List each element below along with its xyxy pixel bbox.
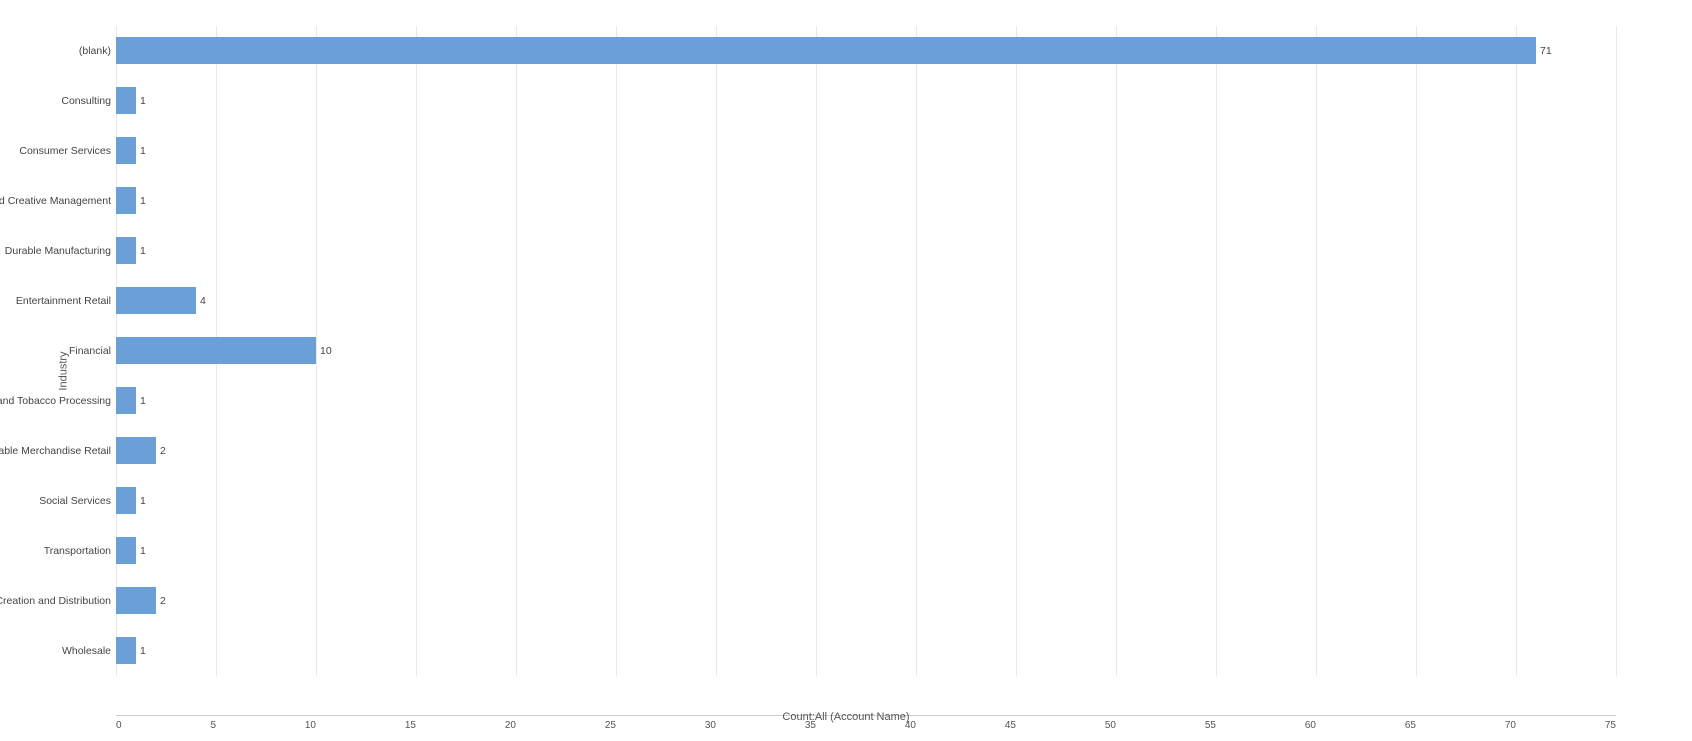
y-axis-label: Industry <box>58 351 70 390</box>
bar-label: Entertainment Retail <box>16 295 111 307</box>
x-axis-label: Count:All (Account Name) <box>36 711 1656 723</box>
bar-label: Consumer Services <box>19 145 111 157</box>
chart-wrapper: Industry (blank)71Consulting1Consumer Se… <box>36 11 1656 731</box>
bar-value: 10 <box>320 345 332 357</box>
bar-row: Consumer Services1 <box>116 137 1616 165</box>
bar: 2 <box>116 437 156 465</box>
bar-value: 1 <box>140 645 146 657</box>
chart-container: Industry (blank)71Consulting1Consumer Se… <box>0 0 1692 741</box>
bar-row: Social Services1 <box>116 487 1616 515</box>
bar-label: Wholesale <box>62 645 111 657</box>
bar-label: Non-Durable Merchandise Retail <box>0 445 111 457</box>
bar-label: Financial <box>69 345 111 357</box>
bar: 4 <box>116 287 196 315</box>
bar-value: 4 <box>200 295 206 307</box>
bar-value: 1 <box>140 195 146 207</box>
bar-row: Durable Manufacturing1 <box>116 237 1616 265</box>
bar-row: Financial10 <box>116 337 1616 365</box>
bar-value: 2 <box>160 445 166 457</box>
bar-label: Design, Direction and Creative Managemen… <box>0 195 111 207</box>
bar-label: Consulting <box>61 95 111 107</box>
bar-value: 1 <box>140 395 146 407</box>
bar-value: 1 <box>140 495 146 507</box>
bar-label: Durable Manufacturing <box>5 245 111 257</box>
bar-label: (blank) <box>79 45 111 57</box>
bar: 2 <box>116 587 156 615</box>
bar-row: Entertainment Retail4 <box>116 287 1616 315</box>
bar-row: Utility Creation and Distribution2 <box>116 587 1616 615</box>
bar: 71 <box>116 37 1536 65</box>
bar-value: 1 <box>140 245 146 257</box>
bar-value: 1 <box>140 545 146 557</box>
bar-row: Non-Durable Merchandise Retail2 <box>116 437 1616 465</box>
bar-label: Utility Creation and Distribution <box>0 595 111 607</box>
bar: 10 <box>116 337 316 365</box>
bar-row: Consulting1 <box>116 87 1616 115</box>
bar-row: (blank)71 <box>116 37 1616 65</box>
grid-line <box>1616 26 1617 676</box>
bar-label: Food and Tobacco Processing <box>0 395 111 407</box>
bars-area: (blank)71 Consulting1 Consumer Services1 De… <box>116 26 1616 676</box>
bar: 1 <box>116 237 136 265</box>
bar-label: Social Services <box>39 495 111 507</box>
bar-label: Transportation <box>44 545 111 557</box>
bar-row: Design, Direction and Creative Managemen… <box>116 187 1616 215</box>
bar: 1 <box>116 387 136 415</box>
bar-value: 1 <box>140 95 146 107</box>
bar-value: 2 <box>160 595 166 607</box>
bar: 1 <box>116 487 136 515</box>
bar: 1 <box>116 187 136 215</box>
bar-value: 71 <box>1540 45 1552 57</box>
bar: 1 <box>116 137 136 165</box>
bar-value: 1 <box>140 145 146 157</box>
bar-row: Wholesale1 <box>116 637 1616 665</box>
bar: 1 <box>116 87 136 115</box>
bar: 1 <box>116 637 136 665</box>
bar: 1 <box>116 537 136 565</box>
bar-row: Transportation1 <box>116 537 1616 565</box>
chart-area: (blank)71 Consulting1 Consumer Services1 De… <box>116 26 1616 676</box>
bar-row: Food and Tobacco Processing1 <box>116 387 1616 415</box>
